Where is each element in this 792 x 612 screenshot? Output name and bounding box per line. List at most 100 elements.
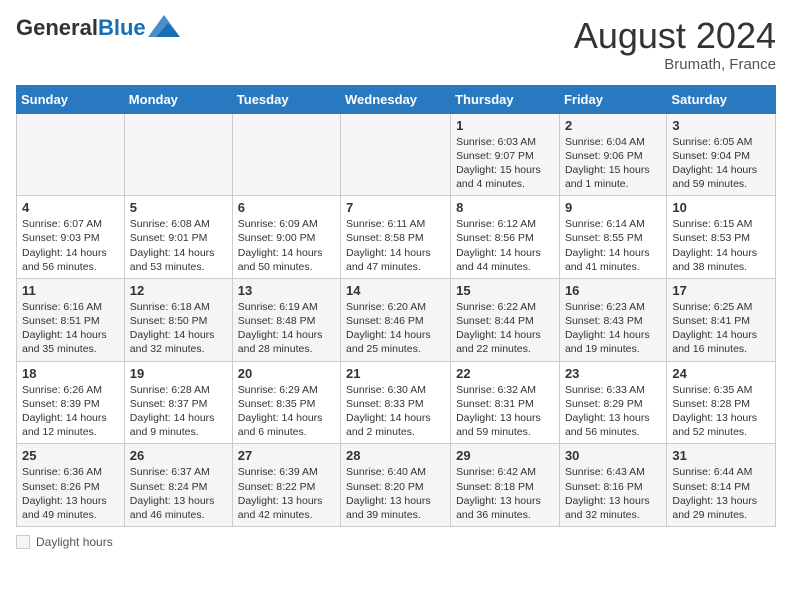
day-number: 18 <box>22 366 119 381</box>
legend: Daylight hours <box>16 535 776 549</box>
day-info: Sunrise: 6:25 AM Sunset: 8:41 PM Dayligh… <box>672 300 770 357</box>
calendar-cell: 15 Sunrise: 6:22 AM Sunset: 8:44 PM Dayli… <box>451 278 560 361</box>
legend-box <box>16 535 30 549</box>
day-info: Sunrise: 6:44 AM Sunset: 8:14 PM Dayligh… <box>672 465 770 522</box>
day-number: 5 <box>130 200 227 215</box>
calendar-cell: 20 Sunrise: 6:29 AM Sunset: 8:35 PM Dayli… <box>232 361 340 444</box>
column-header-friday: Friday <box>559 85 666 113</box>
calendar-cell: 13 Sunrise: 6:19 AM Sunset: 8:48 PM Dayli… <box>232 278 340 361</box>
title-block: August 2024 Brumath, France <box>574 16 776 73</box>
day-info: Sunrise: 6:03 AM Sunset: 9:07 PM Dayligh… <box>456 135 554 192</box>
day-number: 15 <box>456 283 554 298</box>
calendar-cell: 3 Sunrise: 6:05 AM Sunset: 9:04 PM Daylig… <box>667 113 776 196</box>
day-info: Sunrise: 6:35 AM Sunset: 8:28 PM Dayligh… <box>672 383 770 440</box>
day-info: Sunrise: 6:40 AM Sunset: 8:20 PM Dayligh… <box>346 465 445 522</box>
column-header-saturday: Saturday <box>667 85 776 113</box>
column-header-thursday: Thursday <box>451 85 560 113</box>
legend-label: Daylight hours <box>36 535 113 549</box>
calendar-table: SundayMondayTuesdayWednesdayThursdayFrid… <box>16 85 776 527</box>
day-number: 29 <box>456 448 554 463</box>
day-info: Sunrise: 6:36 AM Sunset: 8:26 PM Dayligh… <box>22 465 119 522</box>
day-info: Sunrise: 6:42 AM Sunset: 8:18 PM Dayligh… <box>456 465 554 522</box>
day-info: Sunrise: 6:12 AM Sunset: 8:56 PM Dayligh… <box>456 217 554 274</box>
calendar-cell <box>17 113 125 196</box>
day-info: Sunrise: 6:26 AM Sunset: 8:39 PM Dayligh… <box>22 383 119 440</box>
month-title: August 2024 <box>574 16 776 56</box>
day-number: 20 <box>238 366 335 381</box>
day-info: Sunrise: 6:14 AM Sunset: 8:55 PM Dayligh… <box>565 217 661 274</box>
day-number: 3 <box>672 118 770 133</box>
calendar-header-row: SundayMondayTuesdayWednesdayThursdayFrid… <box>17 85 776 113</box>
week-row-1: 1 Sunrise: 6:03 AM Sunset: 9:07 PM Daylig… <box>17 113 776 196</box>
logo-text: GeneralBlue <box>16 16 146 40</box>
column-header-tuesday: Tuesday <box>232 85 340 113</box>
calendar-cell <box>232 113 340 196</box>
day-info: Sunrise: 6:11 AM Sunset: 8:58 PM Dayligh… <box>346 217 445 274</box>
day-info: Sunrise: 6:28 AM Sunset: 8:37 PM Dayligh… <box>130 383 227 440</box>
week-row-3: 11 Sunrise: 6:16 AM Sunset: 8:51 PM Dayli… <box>17 278 776 361</box>
column-header-wednesday: Wednesday <box>341 85 451 113</box>
calendar-cell: 16 Sunrise: 6:23 AM Sunset: 8:43 PM Dayli… <box>559 278 666 361</box>
day-info: Sunrise: 6:05 AM Sunset: 9:04 PM Dayligh… <box>672 135 770 192</box>
day-number: 25 <box>22 448 119 463</box>
day-number: 13 <box>238 283 335 298</box>
calendar-cell: 31 Sunrise: 6:44 AM Sunset: 8:14 PM Dayli… <box>667 444 776 527</box>
day-number: 6 <box>238 200 335 215</box>
day-number: 9 <box>565 200 661 215</box>
day-info: Sunrise: 6:18 AM Sunset: 8:50 PM Dayligh… <box>130 300 227 357</box>
day-number: 14 <box>346 283 445 298</box>
calendar-cell: 6Sunrise: 6:09 AM Sunset: 9:00 PM Daylig… <box>232 196 340 279</box>
calendar-cell: 8Sunrise: 6:12 AM Sunset: 8:56 PM Daylig… <box>451 196 560 279</box>
logo-icon <box>148 15 180 37</box>
day-number: 7 <box>346 200 445 215</box>
calendar-cell: 26 Sunrise: 6:37 AM Sunset: 8:24 PM Dayli… <box>124 444 232 527</box>
day-info: Sunrise: 6:20 AM Sunset: 8:46 PM Dayligh… <box>346 300 445 357</box>
column-header-monday: Monday <box>124 85 232 113</box>
location-subtitle: Brumath, France <box>574 56 776 73</box>
day-info: Sunrise: 6:16 AM Sunset: 8:51 PM Dayligh… <box>22 300 119 357</box>
day-number: 2 <box>565 118 661 133</box>
day-number: 11 <box>22 283 119 298</box>
day-number: 28 <box>346 448 445 463</box>
day-info: Sunrise: 6:39 AM Sunset: 8:22 PM Dayligh… <box>238 465 335 522</box>
calendar-cell: 24 Sunrise: 6:35 AM Sunset: 8:28 PM Dayli… <box>667 361 776 444</box>
calendar-cell: 19Sunrise: 6:28 AM Sunset: 8:37 PM Dayli… <box>124 361 232 444</box>
day-number: 22 <box>456 366 554 381</box>
day-info: Sunrise: 6:43 AM Sunset: 8:16 PM Dayligh… <box>565 465 661 522</box>
day-info: Sunrise: 6:07 AM Sunset: 9:03 PM Dayligh… <box>22 217 119 274</box>
calendar-cell: 9 Sunrise: 6:14 AM Sunset: 8:55 PM Daylig… <box>559 196 666 279</box>
day-info: Sunrise: 6:04 AM Sunset: 9:06 PM Dayligh… <box>565 135 661 192</box>
column-header-sunday: Sunday <box>17 85 125 113</box>
calendar-cell: 11 Sunrise: 6:16 AM Sunset: 8:51 PM Dayli… <box>17 278 125 361</box>
calendar-cell: 28 Sunrise: 6:40 AM Sunset: 8:20 PM Dayli… <box>341 444 451 527</box>
day-info: Sunrise: 6:23 AM Sunset: 8:43 PM Dayligh… <box>565 300 661 357</box>
day-number: 21 <box>346 366 445 381</box>
calendar-cell: 2 Sunrise: 6:04 AM Sunset: 9:06 PM Daylig… <box>559 113 666 196</box>
calendar-cell: 1 Sunrise: 6:03 AM Sunset: 9:07 PM Daylig… <box>451 113 560 196</box>
day-info: Sunrise: 6:19 AM Sunset: 8:48 PM Dayligh… <box>238 300 335 357</box>
page-header: GeneralBlue August 2024 Brumath, France <box>16 16 776 73</box>
day-number: 10 <box>672 200 770 215</box>
day-number: 27 <box>238 448 335 463</box>
day-info: Sunrise: 6:29 AM Sunset: 8:35 PM Dayligh… <box>238 383 335 440</box>
week-row-4: 18 Sunrise: 6:26 AM Sunset: 8:39 PM Dayli… <box>17 361 776 444</box>
day-number: 24 <box>672 366 770 381</box>
day-number: 16 <box>565 283 661 298</box>
calendar-cell: 23Sunrise: 6:33 AM Sunset: 8:29 PM Dayli… <box>559 361 666 444</box>
day-number: 1 <box>456 118 554 133</box>
calendar-cell: 5Sunrise: 6:08 AM Sunset: 9:01 PM Daylig… <box>124 196 232 279</box>
calendar-cell: 12Sunrise: 6:18 AM Sunset: 8:50 PM Dayli… <box>124 278 232 361</box>
logo: GeneralBlue <box>16 16 180 40</box>
calendar-cell: 30 Sunrise: 6:43 AM Sunset: 8:16 PM Dayli… <box>559 444 666 527</box>
calendar-cell: 10Sunrise: 6:15 AM Sunset: 8:53 PM Dayli… <box>667 196 776 279</box>
day-info: Sunrise: 6:33 AM Sunset: 8:29 PM Dayligh… <box>565 383 661 440</box>
day-info: Sunrise: 6:37 AM Sunset: 8:24 PM Dayligh… <box>130 465 227 522</box>
day-number: 31 <box>672 448 770 463</box>
day-info: Sunrise: 6:22 AM Sunset: 8:44 PM Dayligh… <box>456 300 554 357</box>
calendar-cell: 29 Sunrise: 6:42 AM Sunset: 8:18 PM Dayli… <box>451 444 560 527</box>
day-number: 30 <box>565 448 661 463</box>
day-number: 26 <box>130 448 227 463</box>
calendar-cell <box>341 113 451 196</box>
calendar-cell: 17Sunrise: 6:25 AM Sunset: 8:41 PM Dayli… <box>667 278 776 361</box>
calendar-cell: 27 Sunrise: 6:39 AM Sunset: 8:22 PM Dayli… <box>232 444 340 527</box>
